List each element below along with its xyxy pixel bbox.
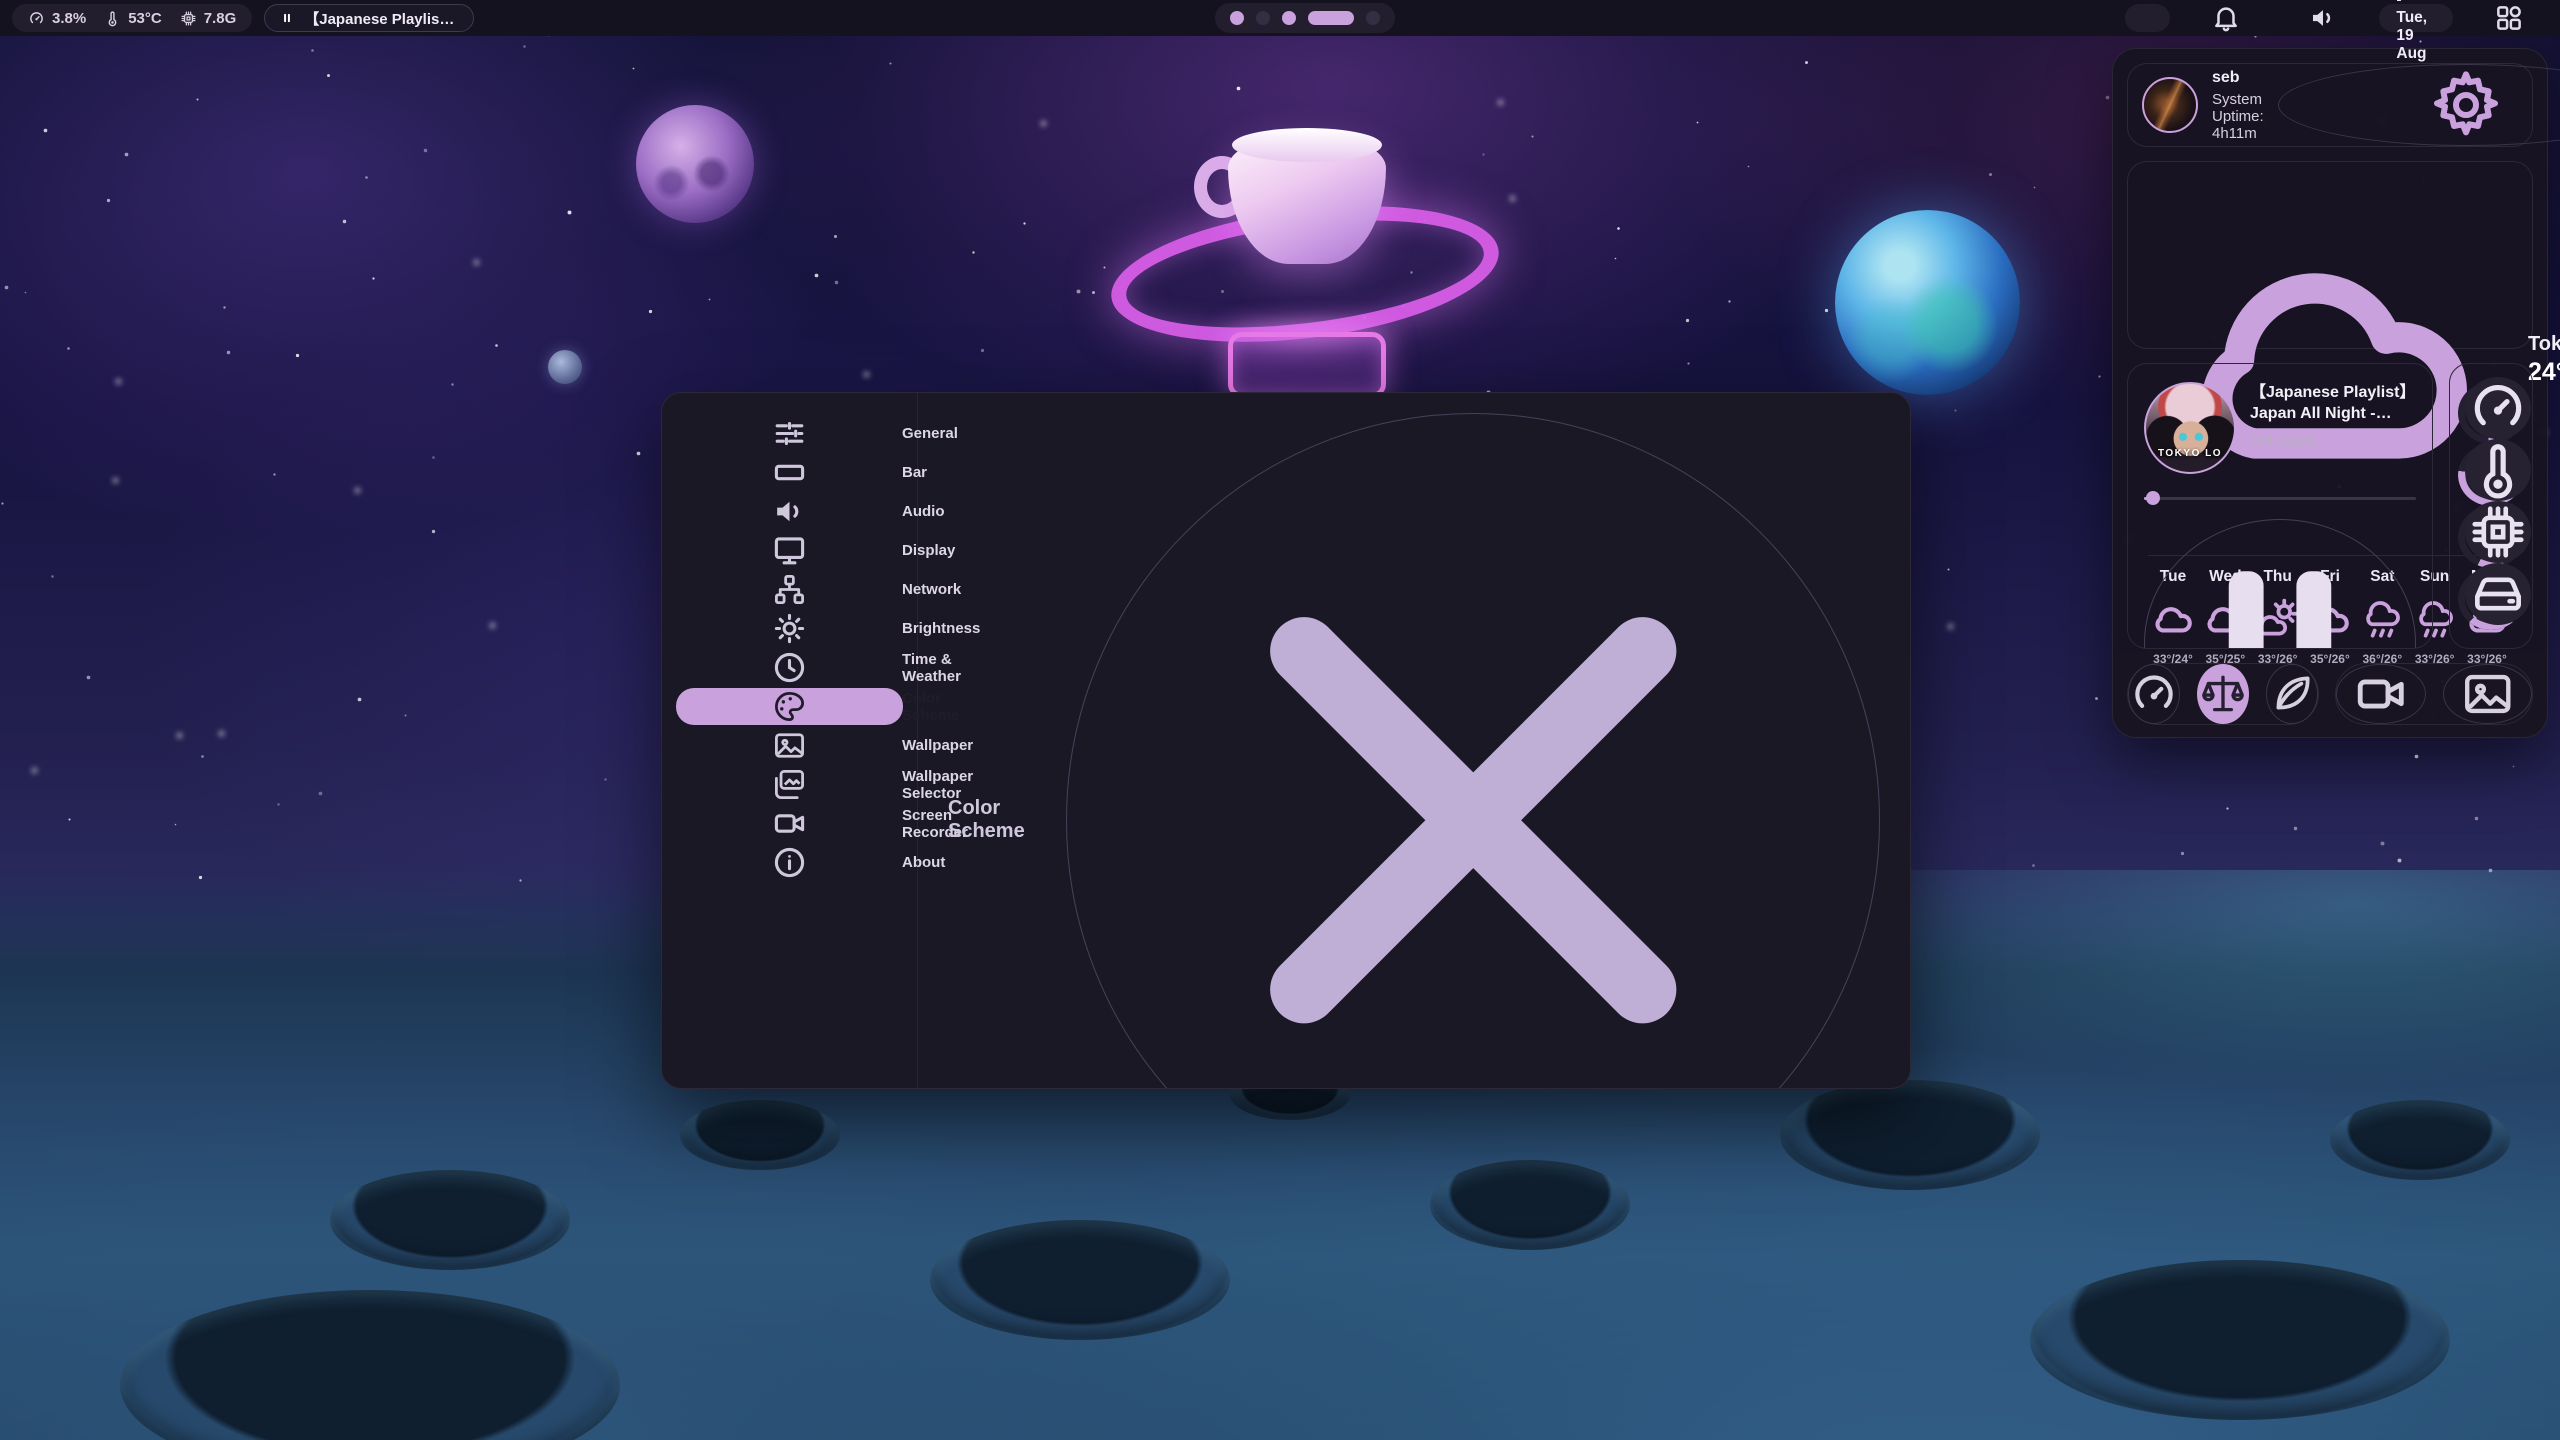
album-art: TOKYO LO — [2144, 382, 2236, 474]
workspace-indicator[interactable] — [1215, 3, 1395, 33]
close-icon[interactable] — [1066, 413, 1881, 1089]
track-progress-bar[interactable] — [2144, 491, 2416, 505]
workspace-dot[interactable] — [1282, 11, 1296, 25]
chip-icon — [180, 10, 197, 27]
workspace-dot[interactable] — [1366, 11, 1380, 25]
powersave-profile-button[interactable] — [2266, 664, 2318, 724]
disk-icon — [2465, 563, 2531, 625]
cpu-usage-gauge: 3.1% — [2458, 382, 2524, 444]
notifications-bell-icon[interactable] — [2185, 3, 2267, 33]
system-tray — [2125, 4, 2170, 32]
pause-button[interactable] — [2144, 519, 2416, 649]
images-icon — [689, 766, 890, 803]
workspace-dot[interactable] — [1230, 11, 1244, 25]
settings-content: Color Scheme Dark Mode Use a dark varian… — [918, 393, 1910, 1088]
user-card: seb System Uptime: 4h11m — [2127, 63, 2533, 147]
info-icon — [689, 844, 890, 881]
now-playing-pill[interactable]: 【Japanese Playlist】 J... — [264, 4, 474, 32]
bar-icon — [689, 454, 890, 491]
earth-planet — [1835, 210, 2020, 395]
weather-card: Tokyo 24°C (GMT+9) Tue 33°/24° Wed — [2127, 161, 2533, 349]
temperature-value: 53°C — [128, 10, 162, 27]
sidebar-item-general[interactable]: General — [676, 415, 903, 452]
clock-date[interactable]: 17:09 - Tue, 19 Aug — [2379, 4, 2453, 32]
speedometer-icon — [28, 10, 45, 27]
speaker-icon — [689, 493, 890, 530]
desktop: 3.8% 53°C 7.8G 【Japanese Playlist】 J... — [0, 0, 2560, 1440]
volume-icon[interactable] — [2282, 3, 2364, 33]
page-title: Color Scheme — [948, 797, 1066, 843]
side-panel: seb System Uptime: 4h11m Tokyo 24°C (GMT… — [2112, 48, 2548, 738]
sidebar-item-display[interactable]: Display — [676, 532, 903, 569]
sidebar-item-brightness[interactable]: Brightness — [676, 610, 903, 647]
speedometer-icon — [2465, 377, 2531, 439]
system-stats-pill[interactable]: 3.8% 53°C 7.8G — [12, 4, 252, 32]
camcorder-icon — [689, 805, 890, 842]
sidebar-item-screen-recorder[interactable]: Screen Recorder — [676, 805, 903, 842]
media-player-card: TOKYO LO 【Japanese Playlist】 Japan All N… — [2127, 363, 2433, 649]
cpu-usage-stat: 3.8% — [28, 10, 86, 27]
gear-icon[interactable] — [2278, 64, 2560, 146]
small-moon — [548, 350, 582, 384]
system-uptime: System Uptime: 4h11m — [2212, 91, 2264, 142]
top-bar: 3.8% 53°C 7.8G 【Japanese Playlist】 J... — [0, 0, 2560, 36]
disk-gauge: 24% — [2458, 568, 2524, 630]
weather-city: Tokyo — [2528, 333, 2560, 356]
performance-profile-button[interactable] — [2128, 664, 2180, 724]
thermometer-icon — [104, 10, 121, 27]
track-title: 【Japanese Playlist】 Japan All Night - To… — [2250, 382, 2416, 424]
system-gauges: 3.1% 54°C 14% 24% — [2449, 363, 2533, 649]
sliders-icon — [689, 415, 890, 452]
sidebar-item-time-weather[interactable]: Time & Weather — [676, 649, 903, 686]
temperature-gauge: 54°C — [2458, 444, 2524, 506]
cpu-usage-value: 3.8% — [52, 10, 86, 27]
memory-gauge: 14% — [2458, 506, 2524, 568]
screen-record-button[interactable] — [2336, 664, 2426, 724]
sidebar-item-about[interactable]: About — [676, 844, 903, 881]
workspace-dot[interactable] — [1256, 11, 1270, 25]
palette-icon — [689, 688, 890, 725]
pause-icon — [280, 11, 294, 25]
wallpaper-button[interactable] — [2443, 664, 2533, 724]
saturn-cup-artwork — [1110, 118, 1500, 403]
sidebar-item-color-scheme[interactable]: Color Scheme — [676, 688, 903, 725]
username: seb — [2212, 69, 2264, 87]
track-artist: Chill Japan. — [2250, 433, 2416, 448]
chip-icon — [2465, 501, 2531, 563]
sidebar-item-network[interactable]: Network — [676, 571, 903, 608]
temperature-stat: 53°C — [104, 10, 162, 27]
thermometer-icon — [2465, 439, 2531, 501]
album-art-text: TOKYO LO — [2146, 448, 2234, 459]
progress-handle[interactable] — [2146, 491, 2160, 505]
utility-group — [2335, 663, 2533, 725]
workspace-dot[interactable] — [1308, 11, 1354, 25]
sidebar-item-bar[interactable]: Bar — [676, 454, 903, 491]
balanced-profile-button[interactable] — [2197, 664, 2249, 724]
sidebar-item-audio[interactable]: Audio — [676, 493, 903, 530]
brightness-icon — [689, 610, 890, 647]
clock-icon — [689, 649, 890, 686]
monitor-icon — [689, 532, 890, 569]
settings-window: General Bar Audio Display Network Bright… — [661, 392, 1911, 1089]
app-launcher-icon[interactable] — [2468, 3, 2550, 33]
sidebar-item-wallpaper-selector[interactable]: Wallpaper Selector — [676, 766, 903, 803]
network-icon — [689, 571, 890, 608]
avatar — [2142, 77, 2198, 133]
image-icon — [689, 727, 890, 764]
settings-sidebar: General Bar Audio Display Network Bright… — [662, 393, 918, 1088]
memory-value: 7.8G — [204, 10, 237, 27]
purple-planet — [636, 105, 754, 223]
memory-stat: 7.8G — [180, 10, 237, 27]
sidebar-item-wallpaper[interactable]: Wallpaper — [676, 727, 903, 764]
now-playing-text: 【Japanese Playlist】 J... — [304, 8, 458, 29]
power-profile-group — [2127, 663, 2319, 725]
